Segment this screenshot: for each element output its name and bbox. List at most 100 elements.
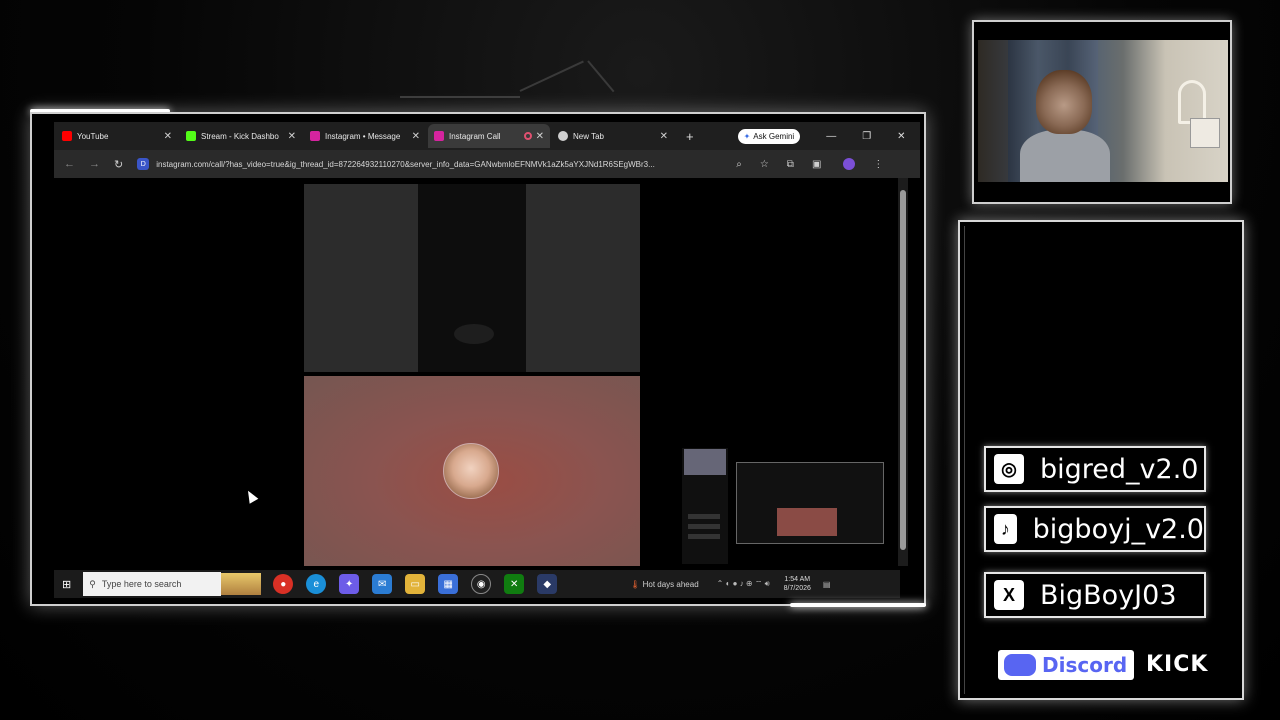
tab-youtube[interactable]: YouTube ✕: [56, 124, 178, 148]
video-tile-participant: [304, 376, 640, 566]
address-bar: ← → ↻ D instagram.com/call/?has_video=tr…: [54, 150, 920, 178]
folder-icon[interactable]: ▭: [405, 574, 426, 594]
instagram-call-page: [54, 178, 898, 566]
side-panel-icon[interactable]: ▣: [812, 159, 821, 170]
profile-avatar[interactable]: [843, 158, 856, 170]
hex-decoration: [400, 96, 520, 98]
hex-decoration: [519, 60, 584, 92]
mail-icon[interactable]: ✉: [372, 574, 393, 594]
thermometer-icon: 🌡︎: [630, 579, 641, 589]
streamer-face: [1036, 70, 1092, 134]
restore-icon[interactable]: ❐: [862, 131, 871, 142]
video-tile-remote: [304, 184, 640, 372]
preview-content: [777, 508, 837, 536]
reload-icon[interactable]: ↻: [114, 158, 123, 171]
webcam-frame: [972, 20, 1232, 204]
sparkle-icon: ✦: [743, 131, 751, 141]
menu-kebab-icon[interactable]: ⋮: [873, 159, 883, 170]
window-close-icon[interactable]: ✕: [897, 131, 905, 142]
tab-instagram-messages[interactable]: Instagram • Message ✕: [304, 124, 426, 148]
discord-icon: [1004, 654, 1036, 676]
game-app-icon[interactable]: ◆: [537, 574, 558, 594]
weather-label: Hot days ahead: [642, 579, 699, 589]
video-feed: [454, 324, 494, 344]
close-icon[interactable]: ✕: [660, 131, 668, 142]
browser-capture: YouTube ✕ Stream - Kick Dashbo ✕ Instagr…: [30, 112, 926, 606]
store-icon[interactable]: ▦: [438, 574, 459, 594]
weather-widget[interactable]: 🌡︎ Hot days ahead: [630, 580, 698, 589]
glow-accent-bottom: [790, 603, 926, 607]
social-handle: BigBoyJ03: [1040, 579, 1177, 611]
youtube-icon: [62, 131, 72, 141]
windows-start-icon[interactable]: ⊞: [62, 578, 71, 591]
extensions-icon[interactable]: ⧉: [787, 159, 794, 170]
scrollbar[interactable]: [898, 178, 908, 566]
minimize-icon[interactable]: —: [826, 131, 836, 142]
participant-avatar: [443, 443, 499, 499]
tab-label: Instagram • Message: [325, 131, 401, 141]
kick-logo: KICK: [1146, 652, 1209, 677]
video-letterbox: [526, 184, 640, 372]
tab-instagram-call[interactable]: Instagram Call ✕: [428, 124, 550, 148]
social-tiktok: ♪ bigboyj_v2.0: [984, 506, 1206, 552]
tab-new-tab[interactable]: New Tab ✕: [552, 124, 674, 148]
webcam-feed: [978, 40, 1228, 182]
instagram-icon: [434, 131, 444, 141]
video-letterbox: [304, 184, 418, 372]
xbox-icon[interactable]: ✕: [504, 574, 525, 594]
screen-preview-thumbnail[interactable]: [736, 462, 884, 544]
social-x: X BigBoyJ03: [984, 572, 1206, 618]
social-handle: bigboyj_v2.0: [1032, 513, 1204, 545]
new-tab-button[interactable]: +: [686, 129, 694, 144]
search-highlight-image[interactable]: [221, 573, 262, 595]
x-icon: X: [994, 580, 1024, 610]
mini-chat-line: [688, 524, 720, 529]
mini-chat-line: [688, 534, 720, 539]
discord-badge: Discord: [998, 650, 1134, 680]
tab-label: Instagram Call: [449, 131, 501, 141]
tab-label: YouTube: [77, 131, 109, 141]
system-tray-icons[interactable]: ⌃ ◐ ● ♪ ⊕ ⌔ 🔊︎: [717, 579, 770, 589]
url-field[interactable]: instagram.com/call/?has_video=true&ig_th…: [156, 160, 718, 169]
recording-icon: [523, 132, 532, 140]
forward-arrow-icon[interactable]: →: [89, 158, 100, 170]
close-icon[interactable]: ✕: [412, 131, 420, 142]
search-placeholder: Type here to search: [101, 579, 182, 589]
back-arrow-icon[interactable]: ←: [64, 158, 75, 170]
tab-label: New Tab: [573, 131, 604, 141]
close-icon[interactable]: ✕: [288, 131, 296, 142]
close-icon[interactable]: ✕: [164, 131, 172, 142]
search-icon: ⚲: [89, 578, 96, 589]
instagram-icon: [310, 131, 320, 141]
ask-gemini-button[interactable]: ✦ Ask Gemini: [737, 128, 801, 144]
scrollbar-thumb[interactable]: [900, 190, 906, 550]
chrome-icon[interactable]: ●: [273, 574, 294, 594]
instagram-icon: ◎: [994, 454, 1024, 484]
tab-bar: YouTube ✕ Stream - Kick Dashbo ✕ Instagr…: [54, 122, 920, 150]
streamer-body: [1020, 130, 1110, 182]
clock-date: 8/7/2026: [783, 585, 811, 592]
close-icon[interactable]: ✕: [536, 131, 544, 142]
bookmark-star-icon[interactable]: ☆: [760, 159, 769, 170]
hex-decoration: [587, 60, 615, 93]
self-view-thumbnail: [684, 449, 726, 475]
zoom-icon[interactable]: ⌕: [736, 159, 742, 170]
taskbar-clock[interactable]: 1:54 AM 8/7/2026: [784, 575, 811, 593]
site-info-icon[interactable]: D: [137, 158, 150, 170]
taskbar-search[interactable]: ⚲ Type here to search: [83, 572, 222, 596]
stream-overlay: YouTube ✕ Stream - Kick Dashbo ✕ Instagr…: [0, 0, 1280, 720]
obs-icon[interactable]: ◉: [471, 574, 492, 594]
tiktok-icon: ♪: [994, 514, 1017, 544]
chrome-icon: [558, 131, 568, 141]
notifications-icon[interactable]: ▤: [823, 580, 831, 589]
tab-label: Stream - Kick Dashbo: [201, 131, 279, 141]
tab-kick-dashboard[interactable]: Stream - Kick Dashbo ✕: [180, 124, 302, 148]
edge-icon[interactable]: e: [306, 574, 327, 594]
wall-certificate: [1190, 118, 1220, 148]
discord-label: Discord: [1042, 653, 1128, 677]
gemini-label: Ask Gemini: [753, 131, 795, 141]
clock-time: 1:54 AM: [784, 576, 811, 583]
social-handle: bigred_v2.0: [1040, 453, 1199, 485]
mini-chat-line: [688, 514, 720, 519]
copilot-icon[interactable]: ✦: [339, 574, 360, 594]
